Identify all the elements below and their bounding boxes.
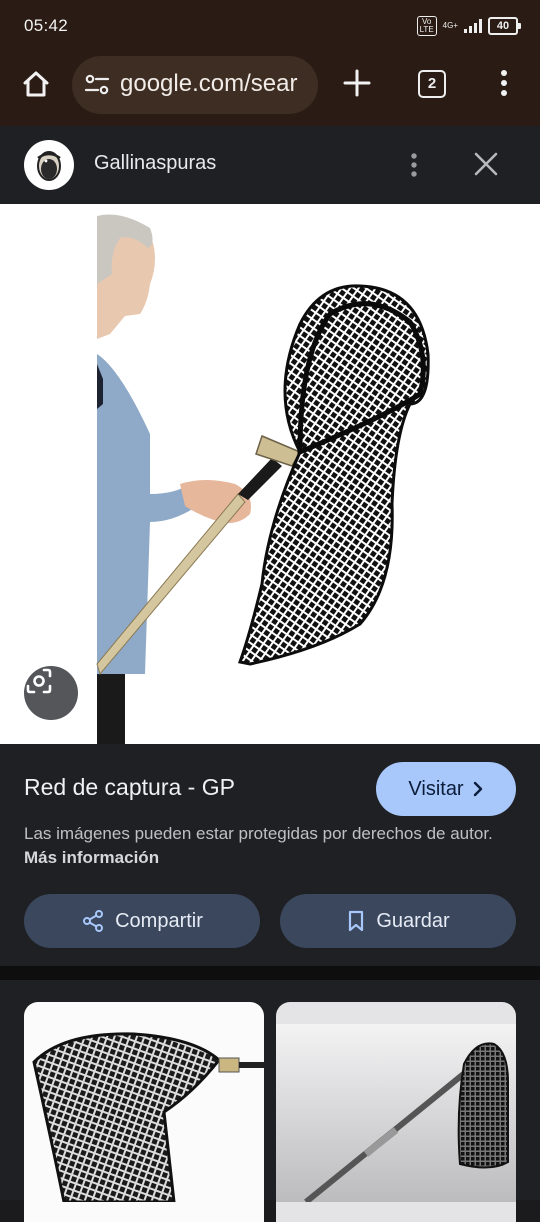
source-header: Gallinaspuras [0, 126, 540, 204]
source-avatar[interactable] [24, 140, 74, 190]
bird-logo-icon [37, 151, 61, 181]
share-button[interactable]: Compartir [24, 894, 260, 948]
more-vert-icon[interactable] [492, 68, 516, 98]
save-button[interactable]: Guardar [280, 894, 516, 948]
visit-label: Visitar [408, 777, 464, 800]
status-time: 05:42 [24, 16, 69, 35]
related-images [0, 980, 540, 1222]
result-info-panel: Red de captura - GP Visitar Las imágenes… [0, 744, 540, 966]
home-button[interactable] [18, 66, 54, 102]
more-info-link[interactable]: Más información [24, 848, 159, 867]
status-bar: 05:42 Vo LTE 4G+ 40 [0, 0, 540, 52]
related-image-card[interactable] [276, 1002, 516, 1222]
share-label: Compartir [115, 909, 203, 932]
visit-button[interactable]: Visitar [376, 762, 516, 816]
signal-icon [464, 19, 482, 33]
chevron-right-icon [473, 781, 482, 797]
bookmark-icon [349, 910, 364, 932]
result-title[interactable]: Red de captura - GP [24, 774, 235, 801]
main-image[interactable] [0, 204, 540, 744]
volte-icon: Vo LTE [416, 16, 437, 36]
address-bar[interactable]: google.com/sear [72, 56, 318, 114]
google-lens-icon [26, 668, 52, 694]
site-settings-icon[interactable] [84, 73, 110, 97]
close-icon[interactable] [472, 150, 500, 178]
google-lens-button[interactable] [24, 666, 78, 720]
copyright-notice: Las imágenes pueden estar protegidas por… [24, 822, 516, 870]
new-tab-plus-icon[interactable] [340, 66, 374, 100]
home-icon [23, 71, 49, 97]
section-divider [0, 966, 540, 980]
more-vert-icon[interactable] [404, 150, 424, 180]
tab-switcher-button[interactable]: 2 [418, 70, 446, 98]
related-net-image [32, 1032, 264, 1204]
copyright-text: Las imágenes pueden estar protegidas por… [24, 824, 493, 843]
save-label: Guardar [376, 909, 450, 932]
related-net-image [276, 1024, 516, 1205]
landing-net-photo [96, 214, 430, 744]
url-text[interactable]: google.com/sear [120, 70, 297, 98]
related-image-card[interactable] [24, 1002, 264, 1222]
network-type: 4G+ [442, 21, 458, 30]
share-icon [83, 910, 104, 932]
browser-chrome: 05:42 Vo LTE 4G+ 40 google.com/sear 2 [0, 0, 540, 126]
battery-icon: 40 [488, 17, 521, 35]
status-icons: Vo LTE 4G+ 40 [416, 16, 521, 36]
source-name[interactable]: Gallinaspuras [94, 152, 216, 175]
